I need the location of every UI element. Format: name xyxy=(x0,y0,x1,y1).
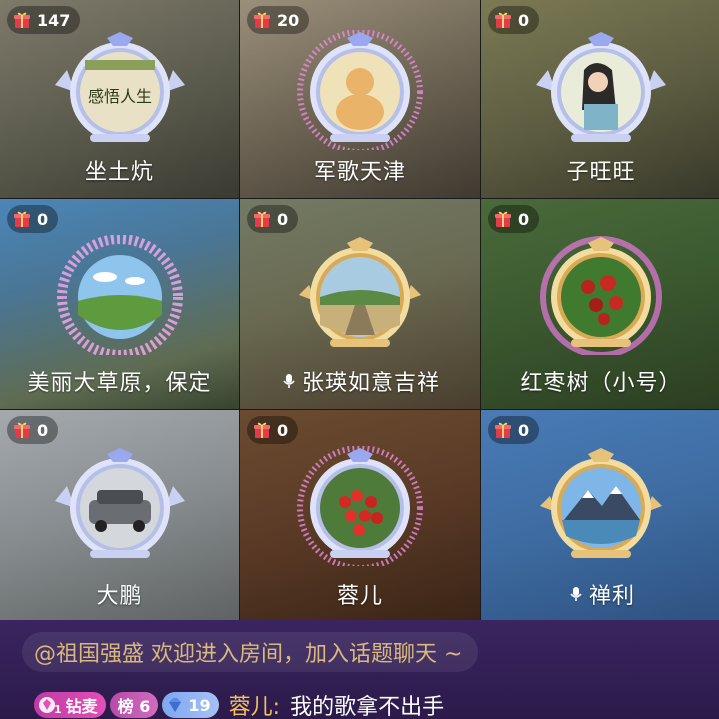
gift-count-badge: 0 xyxy=(7,205,59,233)
mic-seat-6[interactable]: 0 红枣树（小号） xyxy=(481,199,719,409)
chat-text: 我的歌拿不出手 xyxy=(290,695,445,719)
girl-painting-avatar xyxy=(536,32,666,142)
chat-area[interactable]: @祖国强盛 欢迎进入房间，加入话题聊天 ~ 1 钻麦 榜 6 19 蓉儿: 我的… xyxy=(0,620,719,719)
seat-name: 军歌天津 xyxy=(313,160,406,185)
mic-icon xyxy=(570,587,582,601)
cherries-avatar xyxy=(297,446,423,566)
chat-username[interactable]: 蓉儿: xyxy=(229,689,280,719)
avatar[interactable] xyxy=(526,235,676,355)
seat-name: 美丽大草原，保定 xyxy=(27,371,212,396)
gift-count: 147 xyxy=(37,10,71,30)
poster-avatar: 感悟人生 xyxy=(54,32,185,142)
avatar[interactable]: 感悟人生 xyxy=(45,30,195,150)
gift-count: 0 xyxy=(277,209,289,229)
avatar[interactable] xyxy=(285,235,435,355)
avatar[interactable] xyxy=(526,30,676,150)
gift-count: 0 xyxy=(518,10,530,30)
gift-icon xyxy=(14,422,30,438)
gift-count: 0 xyxy=(518,420,530,440)
gift-count: 20 xyxy=(277,10,300,30)
avatar[interactable] xyxy=(526,446,676,566)
gift-count: 0 xyxy=(37,209,49,229)
seat-name: 蓉儿 xyxy=(336,584,383,609)
mic-seat-9[interactable]: 0 禅利 xyxy=(481,410,719,622)
gift-count: 0 xyxy=(518,209,530,229)
gift-icon xyxy=(254,211,270,227)
seat-name: 张瑛如意吉祥 xyxy=(240,365,480,397)
gift-icon xyxy=(495,12,511,28)
avatar[interactable] xyxy=(285,446,435,566)
mic-seat-grid: 147 感悟人生 坐土炕 20 军歌天津 0 子旺旺 0 美丽大草原，保定 0 … xyxy=(0,0,719,622)
seat-name: 大鹏 xyxy=(96,584,143,609)
avatar[interactable] xyxy=(45,235,195,355)
mic-icon xyxy=(283,374,295,388)
road-landscape-avatar xyxy=(299,237,421,347)
svg-text:感悟人生: 感悟人生 xyxy=(87,87,151,106)
gift-count-badge: 0 xyxy=(488,416,540,444)
chat-message[interactable]: 1 钻麦 榜 6 19 蓉儿: 我的歌拿不出手 xyxy=(34,688,444,719)
gift-icon xyxy=(495,211,511,227)
gift-icon xyxy=(495,422,511,438)
seat-name: 禅利 xyxy=(481,578,719,610)
gift-icon xyxy=(254,422,270,438)
mountain-lake-avatar xyxy=(540,448,662,558)
seat-name: 坐土炕 xyxy=(84,160,154,185)
mic-seat-4[interactable]: 0 美丽大草原，保定 xyxy=(0,199,239,409)
mic-seat-3[interactable]: 0 子旺旺 xyxy=(481,0,719,198)
mic-seat-7[interactable]: 0 大鹏 xyxy=(0,410,239,622)
level-badge: 19 xyxy=(162,692,219,718)
gift-count-badge: 0 xyxy=(7,416,59,444)
avatar[interactable] xyxy=(285,30,435,150)
gift-icon xyxy=(14,12,30,28)
gift-count-badge: 0 xyxy=(247,205,299,233)
seat-name: 红枣树（小号） xyxy=(520,371,682,396)
mic-seat-8[interactable]: 0 蓉儿 xyxy=(240,410,480,622)
gift-icon xyxy=(254,12,270,28)
gem-icon xyxy=(169,698,182,712)
rank-badge: 榜 6 xyxy=(109,692,159,718)
gift-count-badge: 0 xyxy=(488,205,540,233)
mic-seat-1[interactable]: 147 感悟人生 坐土炕 xyxy=(0,0,239,198)
mic-seat-2[interactable]: 20 军歌天津 xyxy=(240,0,480,198)
buddha-avatar xyxy=(297,30,423,150)
mic-seat-5[interactable]: 0 张瑛如意吉祥 xyxy=(240,199,480,409)
gift-count-badge: 0 xyxy=(247,416,299,444)
gift-icon xyxy=(14,211,30,227)
welcome-message: @祖国强盛 欢迎进入房间，加入话题聊天 ~ xyxy=(22,632,479,672)
jujube-tree-avatar xyxy=(540,236,662,355)
gift-count: 0 xyxy=(37,420,49,440)
gift-count: 0 xyxy=(277,420,289,440)
seat-name: 子旺旺 xyxy=(566,160,636,185)
grassland-avatar xyxy=(56,235,183,355)
avatar[interactable] xyxy=(45,446,195,566)
diamond-mic-badge: 1 钻麦 xyxy=(34,692,106,718)
car-avatar xyxy=(54,448,185,558)
